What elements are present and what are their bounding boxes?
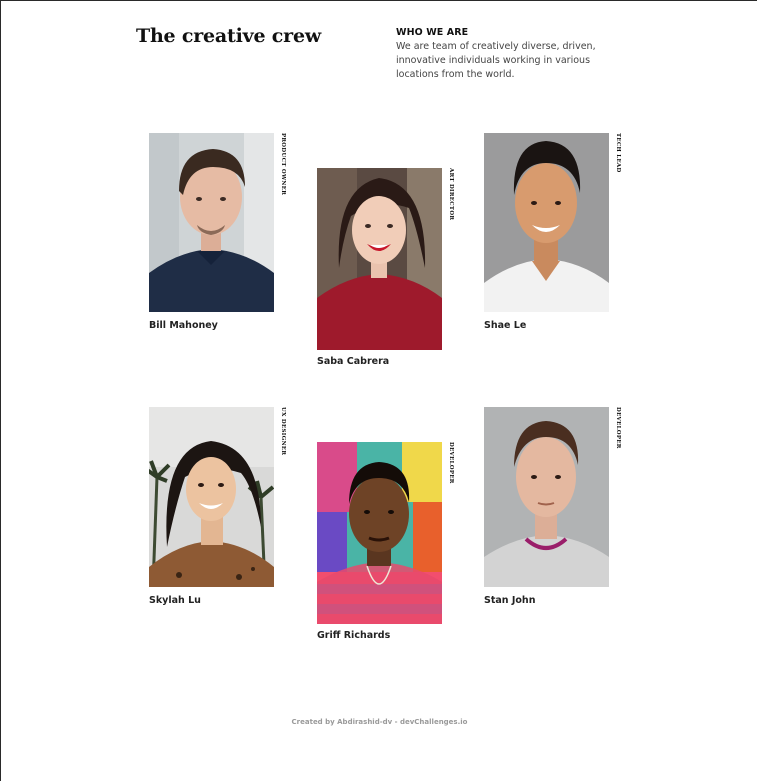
member-role: PRODUCT OWNER bbox=[280, 133, 286, 196]
member-card: PRODUCT OWNER Bill Mahoney bbox=[149, 133, 299, 331]
portrait-man-navy-shirt-icon bbox=[149, 133, 274, 312]
member-role: UX DESIGNER bbox=[280, 407, 286, 456]
member-name: Skylah Lu bbox=[149, 595, 201, 606]
member-name: Stan John bbox=[484, 595, 536, 606]
member-role: DEVELOPER bbox=[448, 442, 454, 484]
member-photo bbox=[484, 407, 609, 587]
member-name: Bill Mahoney bbox=[149, 320, 218, 331]
footer-credit: Created by Abdirashid-dv - devChallenges… bbox=[291, 718, 468, 726]
member-name: Shae Le bbox=[484, 320, 527, 331]
member-name: Saba Cabrera bbox=[317, 356, 390, 367]
member-card: UX DESIGNER Skylah Lu bbox=[149, 407, 299, 606]
portrait-woman-red-sweater-icon bbox=[317, 168, 442, 350]
member-card: DEVELOPER Stan John bbox=[484, 407, 634, 606]
member-photo bbox=[317, 442, 442, 624]
member-photo bbox=[317, 168, 442, 350]
member-card: ART DIRECTOR Saba Cabrera bbox=[317, 168, 467, 367]
portrait-man-grey-sweater-icon bbox=[484, 407, 609, 587]
member-name: Griff Richards bbox=[317, 630, 391, 641]
member-role: DEVELOPER bbox=[615, 407, 621, 449]
member-photo bbox=[484, 133, 609, 312]
portrait-man-white-tshirt-icon bbox=[484, 133, 609, 312]
member-photo bbox=[149, 407, 274, 587]
member-photo bbox=[149, 133, 274, 312]
page-title: The creative crew bbox=[136, 25, 321, 47]
member-card: TECH LEAD Shae Le bbox=[484, 133, 634, 331]
portrait-man-graffiti-icon bbox=[317, 442, 442, 624]
member-role: ART DIRECTOR bbox=[448, 168, 454, 221]
about-heading: WHO WE ARE bbox=[396, 27, 469, 38]
portrait-woman-palms-icon bbox=[149, 407, 274, 587]
member-role: TECH LEAD bbox=[615, 133, 621, 173]
member-card: DEVELOPER Griff Richards bbox=[317, 442, 467, 641]
about-description: We are team of creatively diverse, drive… bbox=[396, 41, 596, 80]
